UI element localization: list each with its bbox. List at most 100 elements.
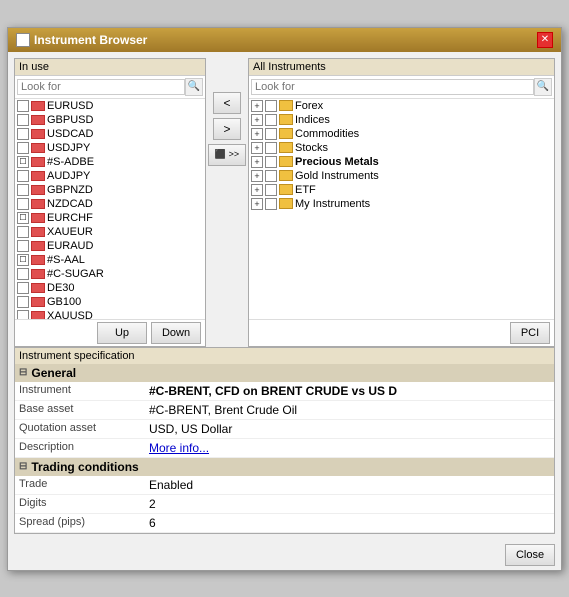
list-item[interactable]: GB100 [15,295,205,309]
item-flag [31,101,45,111]
left-panel: In use 🔍 EURUSDGBPUSDUSDCADUSDJPY☐#S-ADB… [14,58,206,347]
tree-expand[interactable]: + [251,100,263,112]
right-search-input[interactable] [251,79,534,95]
tree-expand[interactable]: + [251,128,263,140]
item-flag [31,283,45,293]
item-flag [31,115,45,125]
item-checkbox[interactable]: ☐ [17,212,29,224]
item-checkbox[interactable] [17,142,29,154]
left-search-icon[interactable]: 🔍 [185,78,203,96]
list-item[interactable]: EURAUD [15,239,205,253]
tree-expand[interactable]: + [251,142,263,154]
tree-item[interactable]: + My Instruments [249,197,554,211]
list-item[interactable]: USDCAD [15,127,205,141]
item-checkbox[interactable] [17,268,29,280]
folder-icon [279,142,293,153]
tree-expand[interactable]: + [251,114,263,126]
item-checkbox[interactable] [17,296,29,308]
tree-checkbox[interactable] [265,156,277,168]
tree-label: Indices [295,114,330,126]
right-arrow-button[interactable]: > [213,118,241,140]
tree-checkbox[interactable] [265,184,277,196]
tree-checkbox[interactable] [265,142,277,154]
spec-row: Base asset#C-BRENT, Brent Crude Oil [15,401,554,420]
tree-item[interactable]: + Gold Instruments [249,169,554,183]
item-checkbox[interactable] [17,184,29,196]
double-arrow-button[interactable]: ⬛ >> [208,144,246,166]
list-item[interactable]: XAUEUR [15,225,205,239]
item-checkbox[interactable] [17,282,29,294]
panels-row: In use 🔍 EURUSDGBPUSDUSDCADUSDJPY☐#S-ADB… [8,52,561,347]
item-checkbox[interactable] [17,310,29,319]
folder-icon [279,184,293,195]
list-item[interactable]: EURUSD [15,99,205,113]
spec-cell-value-wrap: Enabled [149,477,550,493]
tree-checkbox[interactable] [265,170,277,182]
tree-checkbox[interactable] [265,114,277,126]
list-item[interactable]: USDJPY [15,141,205,155]
tree-item[interactable]: +Forex [249,99,554,113]
group-name: Trading conditions [31,460,138,474]
tree-item[interactable]: +Precious Metals [249,155,554,169]
list-item[interactable]: AUDJPY [15,169,205,183]
title-bar-left: Instrument Browser [16,33,147,47]
list-item[interactable]: GBPNZD [15,183,205,197]
item-checkbox[interactable] [17,114,29,126]
close-button[interactable]: Close [505,544,555,566]
item-label: XAUEUR [47,226,93,238]
list-item[interactable]: #C-SUGAR [15,267,205,281]
spec-group-header[interactable]: ⊟General [15,364,554,382]
item-flag [31,157,45,167]
list-item[interactable]: ☐#S-AAL [15,253,205,267]
folder-icon [279,156,293,167]
tree-item[interactable]: + Stocks [249,141,554,155]
item-flag [31,311,45,319]
spec-group-header[interactable]: ⊟Trading conditions [15,458,554,476]
item-checkbox[interactable] [17,100,29,112]
left-search-input[interactable] [17,79,185,95]
tree-label: Gold Instruments [295,170,379,182]
item-checkbox[interactable] [17,198,29,210]
item-label: EURCHF [47,212,93,224]
list-item[interactable]: DE30 [15,281,205,295]
list-item[interactable]: XAUUSD [15,309,205,319]
spec-cell-label: Trade [19,477,149,493]
spec-row: Instrument#C-BRENT, CFD on BRENT CRUDE v… [15,382,554,401]
window-title: Instrument Browser [34,33,147,47]
item-checkbox[interactable] [17,240,29,252]
pci-button[interactable]: PCI [510,322,550,344]
list-item[interactable]: GBPUSD [15,113,205,127]
tree-expand[interactable]: + [251,184,263,196]
tree-checkbox[interactable] [265,198,277,210]
close-window-button[interactable]: ✕ [537,32,553,48]
spec-content: ⊟GeneralInstrument#C-BRENT, CFD on BRENT… [15,364,554,533]
right-search-icon[interactable]: 🔍 [534,78,552,96]
spec-cell-value-wrap: #C-BRENT, Brent Crude Oil [149,402,550,418]
right-panel-header: All Instruments [249,59,554,76]
left-arrow-button[interactable]: < [213,92,241,114]
up-button[interactable]: Up [97,322,147,344]
item-checkbox[interactable]: ☐ [17,156,29,168]
tree-item[interactable]: +ETF [249,183,554,197]
spec-row: Quotation assetUSD, US Dollar [15,420,554,439]
item-flag [31,227,45,237]
tree-expand[interactable]: + [251,156,263,168]
list-item[interactable]: ☐#S-ADBE [15,155,205,169]
item-checkbox[interactable] [17,226,29,238]
spec-link[interactable]: More info... [149,441,209,455]
tree-expand[interactable]: + [251,170,263,182]
tree-item[interactable]: + Indices [249,113,554,127]
list-item[interactable]: ☐ EURCHF [15,211,205,225]
item-checkbox[interactable] [17,128,29,140]
tree-label: My Instruments [295,198,370,210]
item-checkbox[interactable]: ☐ [17,254,29,266]
tree-checkbox[interactable] [265,100,277,112]
tree-item[interactable]: +Commodities [249,127,554,141]
tree-expand[interactable]: + [251,198,263,210]
item-checkbox[interactable] [17,170,29,182]
tree-checkbox[interactable] [265,128,277,140]
list-item[interactable]: NZDCAD [15,197,205,211]
tree-label: Stocks [295,142,328,154]
item-label: XAUUSD [47,310,93,319]
down-button[interactable]: Down [151,322,201,344]
